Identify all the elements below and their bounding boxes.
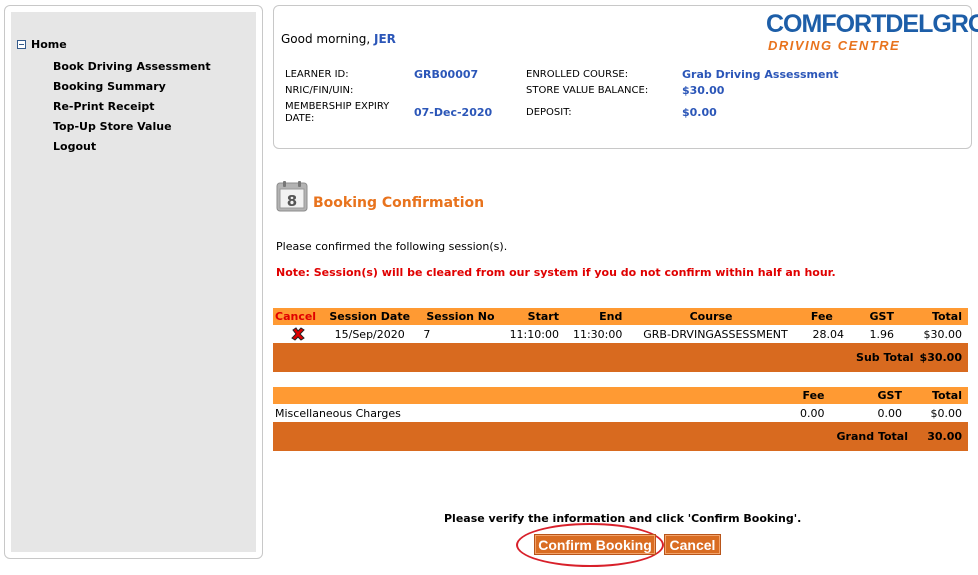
membership-expiry-label-1: MEMBERSHIP EXPIRY (285, 101, 390, 112)
instruction-text: Please confirmed the following session(s… (276, 240, 508, 253)
logo-wordmark: COMFORTDELGRO (766, 10, 978, 38)
membership-expiry-value: 07-Dec-2020 (414, 106, 493, 119)
misc-fee: 0.00 (800, 406, 825, 420)
table-row: Miscellaneous Charges 0.00 0.00 $0.00 (273, 404, 968, 422)
nric-label: NRIC/FIN/UIN: (285, 85, 354, 96)
col-start: Start (503, 308, 565, 325)
sidebar-menu: Home Book Driving Assessment Booking Sum… (11, 12, 256, 552)
nav-home-label[interactable]: Home (31, 38, 67, 51)
nav-item-label[interactable]: Top-Up Store Value (53, 120, 172, 133)
subtotal-label: Sub Total (850, 343, 914, 372)
enrolled-course-label: ENROLLED COURSE: (526, 69, 629, 80)
membership-expiry-label-2: DATE: (285, 113, 315, 124)
learner-id-label: LEARNER ID: (285, 69, 349, 80)
col-course: Course (628, 308, 794, 325)
session-gst: 1.96 (869, 327, 895, 341)
misc-label: Miscellaneous Charges (275, 406, 401, 420)
col-session-no: Session No (417, 308, 504, 325)
subtotal-row: Sub Total $30.00 (273, 343, 968, 372)
deposit-label: DEPOSIT: (526, 107, 572, 118)
subtotal-value: $30.00 (913, 343, 968, 372)
store-value-balance-value: $30.00 (682, 84, 725, 97)
grand-total-row: Grand Total 30.00 (273, 422, 968, 451)
col-total: Total (913, 308, 968, 325)
sidebar: Home Book Driving Assessment Booking Sum… (4, 5, 263, 559)
nav-item-logout[interactable]: Logout (11, 137, 256, 157)
nav-home[interactable]: Home (11, 37, 256, 51)
session-total: $30.00 (923, 327, 963, 341)
cancel-button[interactable]: Cancel (664, 534, 721, 555)
session-fee: 28.04 (812, 327, 845, 341)
session-end: 11:30:00 (572, 327, 623, 341)
table-row: 15/Sep/2020 7 11:10:00 11:30:00 GRB-DRVI… (273, 325, 968, 343)
nav-item-label[interactable]: Book Driving Assessment (53, 60, 211, 73)
session-start: 11:10:00 (509, 327, 559, 341)
logo-subtitle: DRIVING CENTRE (768, 38, 901, 53)
learner-id-value: GRB00007 (414, 68, 479, 81)
nav-item-label[interactable]: Booking Summary (53, 80, 166, 93)
section-title: Booking Confirmation (313, 195, 485, 211)
greeting-text: Good morning, (281, 32, 371, 46)
col-cancel: Cancel (273, 308, 323, 325)
session-no: 7 (423, 327, 431, 341)
nav-item-label[interactable]: Re-Print Receipt (53, 100, 155, 113)
warning-note: Note: Session(s) will be cleared from ou… (276, 266, 836, 279)
grand-total-label: Grand Total (830, 422, 908, 451)
misc-gst: 0.00 (877, 406, 903, 420)
username: JER (373, 32, 396, 46)
session-date: 15/Sep/2020 (334, 327, 405, 341)
nav-item-book-driving-assessment[interactable]: Book Driving Assessment (11, 57, 256, 77)
store-value-balance-label: STORE VALUE BALANCE: (526, 85, 649, 96)
account-info-panel: Good morning, JER COMFORTDELGRO DRIVING … (273, 5, 978, 149)
confirm-booking-button[interactable]: Confirm Booking (534, 534, 656, 555)
col-end: End (564, 308, 629, 325)
greeting: Good morning, JER (281, 32, 396, 46)
cancel-cell (273, 325, 322, 343)
nav-item-reprint-receipt[interactable]: Re-Print Receipt (11, 97, 256, 117)
misc-charges-table: Fee GST Total Miscellaneous Charges 0.00… (273, 387, 968, 451)
table-header-row: Fee GST Total (273, 387, 968, 404)
session-course: GRB-DRVINGASSESSMENT (643, 327, 788, 341)
calendar-icon: 8 (276, 181, 308, 212)
collapse-icon[interactable] (17, 39, 26, 49)
col-gst: GST (850, 308, 914, 325)
col-gst: GST (830, 387, 908, 404)
verify-instruction: Please verify the information and click … (444, 512, 802, 525)
nav-item-topup-store-value[interactable]: Top-Up Store Value (11, 117, 256, 137)
deposit-value: $0.00 (682, 106, 717, 119)
comfortdelgro-logo: COMFORTDELGRO DRIVING CENTRE (766, 10, 978, 56)
delete-x-icon[interactable] (290, 327, 305, 341)
misc-total: $0.00 (930, 406, 963, 420)
svg-text:8: 8 (287, 192, 297, 210)
col-session-date: Session Date (322, 308, 418, 325)
col-fee: Fee (793, 308, 850, 325)
nav-item-label[interactable]: Logout (53, 140, 96, 153)
table-header-row: Cancel Session Date Session No Start End… (273, 308, 968, 325)
enrolled-course-value: Grab Driving Assessment (682, 68, 839, 81)
nav-item-booking-summary[interactable]: Booking Summary (11, 77, 256, 97)
sessions-table: Cancel Session Date Session No Start End… (273, 308, 968, 372)
col-total: Total (908, 387, 968, 404)
col-fee: Fee (770, 387, 831, 404)
grand-total-value: 30.00 (908, 422, 968, 451)
